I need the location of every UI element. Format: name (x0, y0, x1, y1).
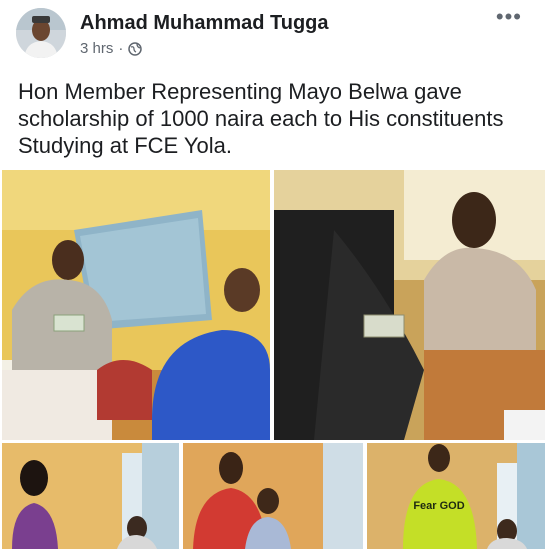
photo-3[interactable] (2, 443, 179, 549)
post-meta: 3 hrs · (80, 40, 143, 57)
more-options-icon[interactable]: ••• (496, 4, 522, 30)
meta-separator: · (118, 40, 124, 57)
author-name[interactable]: Ahmad Muhammad Tugga (80, 12, 329, 35)
photo-1[interactable] (2, 170, 270, 440)
facebook-post: Ahmad Muhammad Tugga 3 hrs · ••• Hon Mem… (0, 0, 558, 549)
post-text: Hon Member Representing Mayo Belwa gave … (18, 79, 504, 158)
shirt-print: Fear GOD (413, 500, 464, 512)
author-avatar[interactable] (16, 8, 66, 58)
globe-icon (128, 41, 143, 56)
photo-4[interactable] (183, 443, 363, 549)
photo-2[interactable] (274, 170, 545, 440)
photo-5[interactable]: Fear GOD (367, 443, 545, 549)
post-time[interactable]: 3 hrs (80, 40, 113, 57)
